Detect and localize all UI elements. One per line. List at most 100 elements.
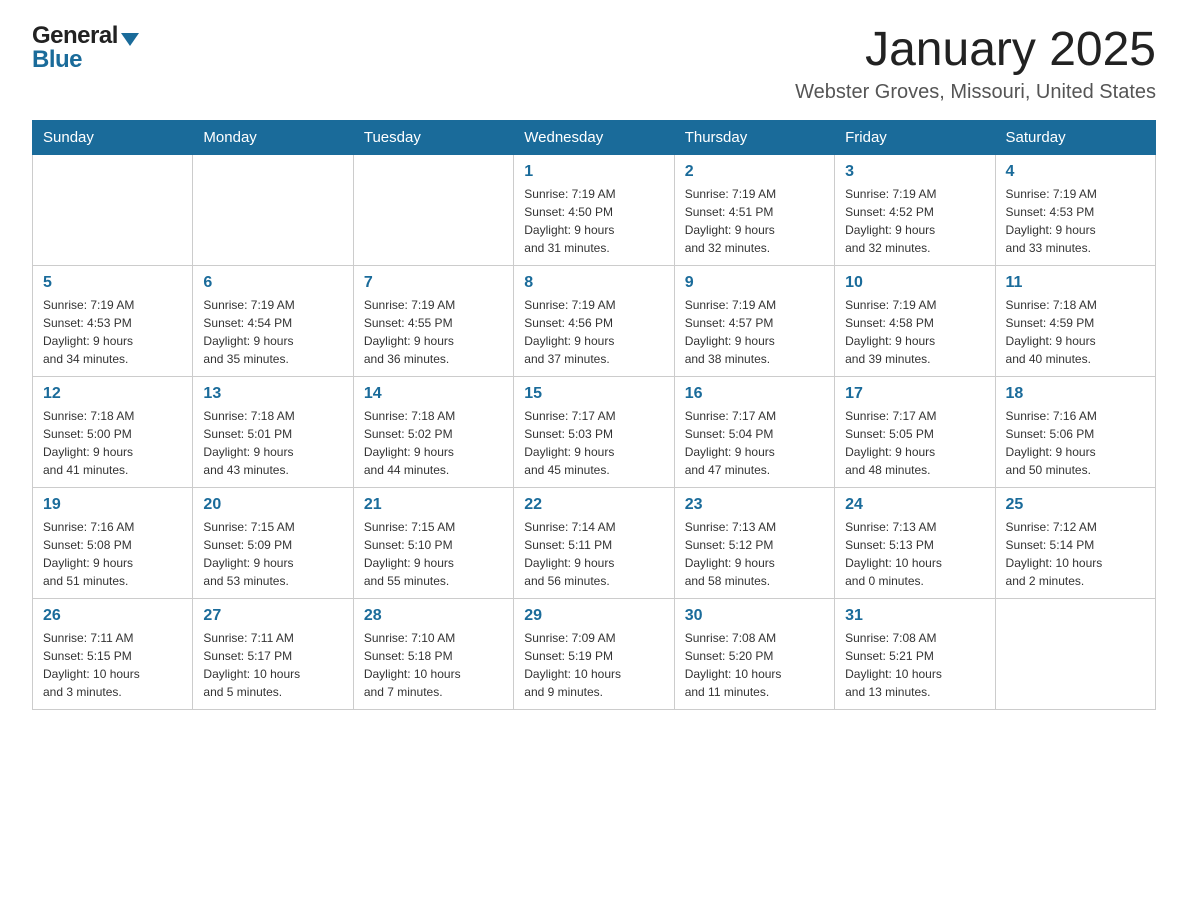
day-info: Sunrise: 7:10 AM Sunset: 5:18 PM Dayligh… xyxy=(364,629,503,701)
calendar-cell: 31Sunrise: 7:08 AM Sunset: 5:21 PM Dayli… xyxy=(835,598,995,709)
day-number: 11 xyxy=(1006,274,1145,292)
calendar-cell: 4Sunrise: 7:19 AM Sunset: 4:53 PM Daylig… xyxy=(995,154,1155,265)
day-number: 13 xyxy=(203,385,342,403)
day-info: Sunrise: 7:19 AM Sunset: 4:58 PM Dayligh… xyxy=(845,296,984,368)
calendar-cell: 9Sunrise: 7:19 AM Sunset: 4:57 PM Daylig… xyxy=(674,265,834,376)
day-number: 30 xyxy=(685,607,824,625)
day-number: 20 xyxy=(203,496,342,514)
calendar-cell xyxy=(353,154,513,265)
calendar-week-row: 1 Sunrise: 7:19 AM Sunset: 4:50 PM Daylig… xyxy=(33,154,1156,265)
day-of-week-header: Monday xyxy=(193,120,353,154)
calendar-cell: 3 Sunrise: 7:19 AM Sunset: 4:52 PM Daylig… xyxy=(835,154,995,265)
day-info: Sunrise: 7:19 AM Sunset: 4:52 PM Dayligh… xyxy=(845,185,984,257)
day-info: Sunrise: 7:18 AM Sunset: 5:00 PM Dayligh… xyxy=(43,407,182,479)
day-of-week-header: Saturday xyxy=(995,120,1155,154)
day-of-week-header: Tuesday xyxy=(353,120,513,154)
day-number: 16 xyxy=(685,385,824,403)
page-title: January 2025 xyxy=(795,24,1156,77)
day-number: 28 xyxy=(364,607,503,625)
day-info: Sunrise: 7:14 AM Sunset: 5:11 PM Dayligh… xyxy=(524,518,663,590)
day-number: 17 xyxy=(845,385,984,403)
day-number: 29 xyxy=(524,607,663,625)
calendar-week-row: 12 Sunrise: 7:18 AM Sunset: 5:00 PM Dayli… xyxy=(33,376,1156,487)
calendar-cell: 11 Sunrise: 7:18 AM Sunset: 4:59 PM Dayli… xyxy=(995,265,1155,376)
title-block: January 2025 Webster Groves, Missouri, U… xyxy=(795,24,1156,104)
calendar-cell: 20 Sunrise: 7:15 AM Sunset: 5:09 PM Dayli… xyxy=(193,487,353,598)
calendar-cell: 12 Sunrise: 7:18 AM Sunset: 5:00 PM Dayli… xyxy=(33,376,193,487)
day-info: Sunrise: 7:08 AM Sunset: 5:21 PM Dayligh… xyxy=(845,629,984,701)
calendar-cell: 27 Sunrise: 7:11 AM Sunset: 5:17 PM Dayli… xyxy=(193,598,353,709)
day-number: 19 xyxy=(43,496,182,514)
calendar-cell: 19 Sunrise: 7:16 AM Sunset: 5:08 PM Dayli… xyxy=(33,487,193,598)
day-info: Sunrise: 7:18 AM Sunset: 4:59 PM Dayligh… xyxy=(1006,296,1145,368)
day-info: Sunrise: 7:18 AM Sunset: 5:02 PM Dayligh… xyxy=(364,407,503,479)
calendar-cell: 30 Sunrise: 7:08 AM Sunset: 5:20 PM Dayli… xyxy=(674,598,834,709)
day-number: 4 xyxy=(1006,163,1145,181)
day-info: Sunrise: 7:13 AM Sunset: 5:13 PM Dayligh… xyxy=(845,518,984,590)
day-number: 15 xyxy=(524,385,663,403)
day-number: 23 xyxy=(685,496,824,514)
calendar-cell: 15 Sunrise: 7:17 AM Sunset: 5:03 PM Dayli… xyxy=(514,376,674,487)
day-info: Sunrise: 7:19 AM Sunset: 4:50 PM Dayligh… xyxy=(524,185,663,257)
calendar-cell: 13 Sunrise: 7:18 AM Sunset: 5:01 PM Dayli… xyxy=(193,376,353,487)
day-number: 7 xyxy=(364,274,503,292)
day-number: 5 xyxy=(43,274,182,292)
day-info: Sunrise: 7:15 AM Sunset: 5:09 PM Dayligh… xyxy=(203,518,342,590)
calendar-cell: 17 Sunrise: 7:17 AM Sunset: 5:05 PM Dayli… xyxy=(835,376,995,487)
calendar-cell: 23 Sunrise: 7:13 AM Sunset: 5:12 PM Dayli… xyxy=(674,487,834,598)
day-number: 18 xyxy=(1006,385,1145,403)
calendar-cell: 7Sunrise: 7:19 AM Sunset: 4:55 PM Daylig… xyxy=(353,265,513,376)
logo-general-text: General xyxy=(32,24,118,48)
day-number: 3 xyxy=(845,163,984,181)
calendar-table: SundayMondayTuesdayWednesdayThursdayFrid… xyxy=(32,120,1156,710)
logo-flag-icon xyxy=(121,33,139,46)
day-info: Sunrise: 7:12 AM Sunset: 5:14 PM Dayligh… xyxy=(1006,518,1145,590)
calendar-cell: 29 Sunrise: 7:09 AM Sunset: 5:19 PM Dayli… xyxy=(514,598,674,709)
day-of-week-header: Wednesday xyxy=(514,120,674,154)
calendar-cell: 28 Sunrise: 7:10 AM Sunset: 5:18 PM Dayli… xyxy=(353,598,513,709)
day-info: Sunrise: 7:11 AM Sunset: 5:15 PM Dayligh… xyxy=(43,629,182,701)
day-info: Sunrise: 7:17 AM Sunset: 5:03 PM Dayligh… xyxy=(524,407,663,479)
day-number: 21 xyxy=(364,496,503,514)
day-info: Sunrise: 7:19 AM Sunset: 4:54 PM Dayligh… xyxy=(203,296,342,368)
day-number: 1 xyxy=(524,163,663,181)
day-info: Sunrise: 7:16 AM Sunset: 5:08 PM Dayligh… xyxy=(43,518,182,590)
day-number: 2 xyxy=(685,163,824,181)
day-info: Sunrise: 7:17 AM Sunset: 5:04 PM Dayligh… xyxy=(685,407,824,479)
calendar-week-row: 19 Sunrise: 7:16 AM Sunset: 5:08 PM Dayli… xyxy=(33,487,1156,598)
day-info: Sunrise: 7:18 AM Sunset: 5:01 PM Dayligh… xyxy=(203,407,342,479)
day-number: 27 xyxy=(203,607,342,625)
day-info: Sunrise: 7:09 AM Sunset: 5:19 PM Dayligh… xyxy=(524,629,663,701)
calendar-cell: 22 Sunrise: 7:14 AM Sunset: 5:11 PM Dayli… xyxy=(514,487,674,598)
day-of-week-header: Thursday xyxy=(674,120,834,154)
days-of-week-row: SundayMondayTuesdayWednesdayThursdayFrid… xyxy=(33,120,1156,154)
calendar-cell: 18Sunrise: 7:16 AM Sunset: 5:06 PM Dayli… xyxy=(995,376,1155,487)
day-number: 22 xyxy=(524,496,663,514)
calendar-header: SundayMondayTuesdayWednesdayThursdayFrid… xyxy=(33,120,1156,154)
calendar-cell: 8Sunrise: 7:19 AM Sunset: 4:56 PM Daylig… xyxy=(514,265,674,376)
day-info: Sunrise: 7:08 AM Sunset: 5:20 PM Dayligh… xyxy=(685,629,824,701)
day-number: 10 xyxy=(845,274,984,292)
day-info: Sunrise: 7:17 AM Sunset: 5:05 PM Dayligh… xyxy=(845,407,984,479)
page-header: General Blue January 2025 Webster Groves… xyxy=(32,24,1156,104)
calendar-body: 1 Sunrise: 7:19 AM Sunset: 4:50 PM Daylig… xyxy=(33,154,1156,709)
calendar-cell: 26 Sunrise: 7:11 AM Sunset: 5:15 PM Dayli… xyxy=(33,598,193,709)
calendar-week-row: 5Sunrise: 7:19 AM Sunset: 4:53 PM Daylig… xyxy=(33,265,1156,376)
day-of-week-header: Sunday xyxy=(33,120,193,154)
day-number: 12 xyxy=(43,385,182,403)
day-info: Sunrise: 7:13 AM Sunset: 5:12 PM Dayligh… xyxy=(685,518,824,590)
day-number: 8 xyxy=(524,274,663,292)
calendar-cell: 1 Sunrise: 7:19 AM Sunset: 4:50 PM Daylig… xyxy=(514,154,674,265)
calendar-cell: 24Sunrise: 7:13 AM Sunset: 5:13 PM Dayli… xyxy=(835,487,995,598)
calendar-cell: 10 Sunrise: 7:19 AM Sunset: 4:58 PM Dayli… xyxy=(835,265,995,376)
calendar-cell xyxy=(193,154,353,265)
calendar-cell: 5Sunrise: 7:19 AM Sunset: 4:53 PM Daylig… xyxy=(33,265,193,376)
calendar-cell: 2Sunrise: 7:19 AM Sunset: 4:51 PM Daylig… xyxy=(674,154,834,265)
calendar-cell: 16 Sunrise: 7:17 AM Sunset: 5:04 PM Dayli… xyxy=(674,376,834,487)
day-info: Sunrise: 7:19 AM Sunset: 4:57 PM Dayligh… xyxy=(685,296,824,368)
page-subtitle: Webster Groves, Missouri, United States xyxy=(795,81,1156,104)
calendar-week-row: 26 Sunrise: 7:11 AM Sunset: 5:15 PM Dayli… xyxy=(33,598,1156,709)
calendar-cell: 21Sunrise: 7:15 AM Sunset: 5:10 PM Dayli… xyxy=(353,487,513,598)
day-number: 26 xyxy=(43,607,182,625)
day-info: Sunrise: 7:11 AM Sunset: 5:17 PM Dayligh… xyxy=(203,629,342,701)
